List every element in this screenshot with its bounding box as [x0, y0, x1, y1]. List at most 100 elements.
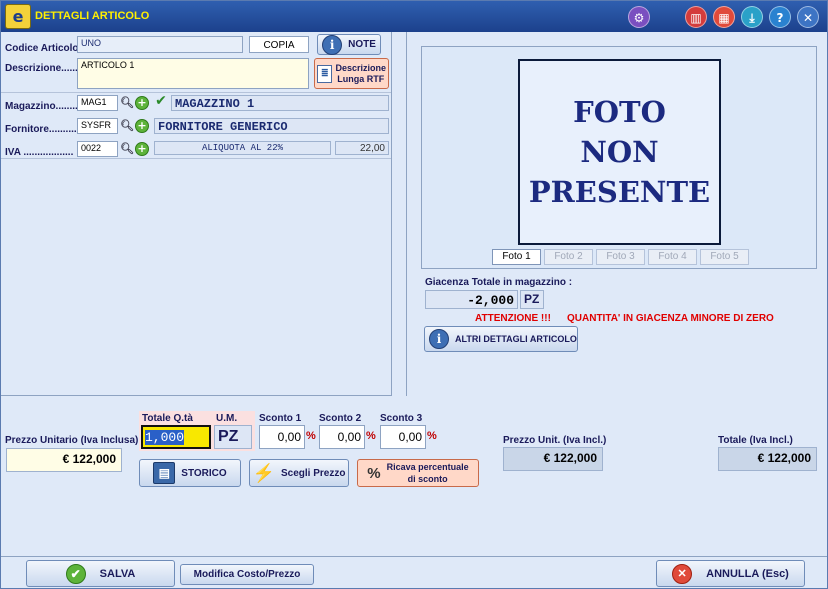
article-code-label: Codice Articolo [5, 43, 79, 54]
quantity-input[interactable]: 1,000 [141, 425, 211, 449]
calc-discount-text: Ricava percentuale di sconto [387, 461, 469, 485]
stock-warning-message: QUANTITA' IN GIACENZA MINORE DI ZERO [567, 313, 774, 324]
tab-photo-3[interactable]: Foto 3 [596, 249, 645, 265]
save-button[interactable]: ✔ SALVA [26, 560, 175, 587]
calculator-icon[interactable]: ▦ [713, 6, 735, 28]
photo-panel: FOTO NON PRESENTE Foto 1 Foto 2 Foto 3 F… [421, 46, 817, 269]
info-icon: i [429, 329, 449, 349]
search-icon[interactable]: 🔍︎ [120, 142, 134, 156]
discount3-label: Sconto 3 [380, 413, 423, 424]
settings-icon[interactable]: ⚙ [628, 6, 650, 28]
photo-text-line2: NON [580, 135, 659, 169]
article-details-window: e DETTAGLI ARTICOLO ⚙ ▥ ▦ ⤓ ? ✕ Codice A… [0, 0, 828, 589]
search-icon[interactable]: 🔍︎ [120, 96, 134, 110]
choose-price-label: Scegli Prezzo [280, 467, 346, 479]
quantity-value: 1,000 [145, 430, 185, 445]
document-icon: ≣ [317, 64, 333, 83]
note-button-label: NOTE [348, 39, 376, 50]
close-icon[interactable]: ✕ [797, 6, 819, 28]
note-button[interactable]: i NOTE [317, 34, 381, 55]
library-icon[interactable]: ▥ [685, 6, 707, 28]
discount2-label: Sconto 2 [319, 413, 362, 424]
app-logo-icon: e [5, 4, 31, 29]
cancel-icon: ✕ [672, 563, 693, 584]
unit-price-field[interactable]: € 122,000 [6, 448, 122, 472]
tab-photo-2[interactable]: Foto 2 [544, 249, 593, 265]
rtf-button-line1: Descrizione [335, 62, 386, 73]
rtf-description-button[interactable]: ≣ Descrizione Lunga RTF [314, 58, 389, 89]
total-label: Totale (Iva Incl.) [718, 435, 793, 446]
other-details-button[interactable]: i ALTRI DETTAGLI ARTICOLO [424, 326, 578, 352]
rtf-button-line2: Lunga RTF [337, 73, 385, 84]
add-icon[interactable]: + [135, 142, 149, 156]
tab-photo-4[interactable]: Foto 4 [648, 249, 697, 265]
cancel-button[interactable]: ✕ ANNULLA (Esc) [656, 560, 805, 587]
calc-discount-button[interactable]: % Ricava percentuale di sconto [357, 459, 479, 487]
history-icon: ▤ [153, 462, 176, 484]
unit-price-label: Prezzo Unitario (Iva Inclusa) [5, 435, 139, 446]
percent-sign: % [306, 430, 316, 442]
add-icon[interactable]: + [135, 119, 149, 133]
photo-placeholder: FOTO NON PRESENTE [518, 59, 721, 245]
calc-discount-line2: di sconto [407, 474, 448, 484]
tab-photo-5[interactable]: Foto 5 [700, 249, 749, 265]
photo-text-line3: PRESENTE [528, 175, 711, 209]
stock-unit: PZ [520, 290, 544, 309]
photo-text-line1: FOTO [573, 95, 666, 129]
divider [1, 158, 391, 159]
help-icon[interactable]: ? [769, 6, 791, 28]
stock-value: -2,000 [425, 290, 518, 309]
article-code-field[interactable]: UNO [77, 36, 243, 53]
total-value: € 122,000 [718, 447, 817, 471]
um-label: U.M. [216, 413, 238, 424]
lightning-icon: ⚡ [252, 462, 275, 483]
discount1-input[interactable]: 0,00 [259, 425, 305, 449]
net-unit-price-value: € 122,000 [503, 447, 603, 471]
discount2-input[interactable]: 0,00 [319, 425, 365, 449]
cancel-button-label: ANNULLA (Esc) [706, 567, 789, 580]
vat-code-field[interactable]: 0022 [77, 141, 118, 157]
vat-description: ALIQUOTA AL 22% [154, 141, 331, 155]
history-button-label: STORICO [181, 467, 227, 479]
footer-border [1, 556, 827, 557]
warehouse-label: Magazzino......... [5, 101, 81, 112]
percent-sign: % [366, 430, 376, 442]
divider [1, 92, 391, 93]
right-panel-border [406, 32, 407, 396]
check-circle-icon: ✔ [65, 563, 86, 584]
supplier-code-field[interactable]: SYSFR [77, 118, 118, 134]
stock-label: Giacenza Totale in magazzino : [425, 277, 573, 288]
left-panel-border [391, 32, 392, 396]
other-details-label: ALTRI DETTAGLI ARTICOLO [455, 334, 577, 344]
supplier-name: FORNITORE GENERICO [154, 118, 389, 134]
discount3-input[interactable]: 0,00 [380, 425, 426, 449]
download-icon[interactable]: ⤓ [741, 6, 763, 28]
net-unit-price-label: Prezzo Unit. (Iva Incl.) [503, 435, 607, 446]
description-field[interactable]: ARTICOLO 1 [77, 58, 309, 89]
quantity-label: Totale Q.tà [142, 413, 193, 424]
left-panel-bottom-border [1, 395, 391, 396]
vat-label: IVA .................. [5, 147, 74, 158]
rtf-button-text: Descrizione Lunga RTF [335, 63, 386, 85]
window-title: DETTAGLI ARTICOLO [35, 10, 150, 22]
save-button-label: SALVA [99, 567, 136, 580]
vat-rate: 22,00 [335, 141, 389, 155]
stock-warning-title: ATTENZIONE !!! [475, 313, 551, 324]
title-bar: e DETTAGLI ARTICOLO ⚙ ▥ ▦ ⤓ ? ✕ [1, 1, 827, 32]
history-button[interactable]: ▤ STORICO [139, 459, 241, 487]
search-icon[interactable]: 🔍︎ [120, 119, 134, 133]
info-icon: i [322, 34, 343, 55]
warehouse-name: MAGAZZINO 1 [171, 95, 389, 111]
discount1-label: Sconto 1 [259, 413, 302, 424]
tab-photo-1[interactable]: Foto 1 [492, 249, 541, 265]
warehouse-code-field[interactable]: MAG1 [77, 95, 118, 111]
percent-icon: % [367, 464, 381, 482]
calc-discount-line1: Ricava percentuale [386, 462, 469, 472]
check-icon: ✔ [155, 93, 167, 109]
choose-price-button[interactable]: ⚡ Scegli Prezzo [249, 459, 349, 487]
um-value: PZ [214, 425, 252, 449]
edit-cost-price-button[interactable]: Modifica Costo/Prezzo [180, 564, 314, 585]
add-icon[interactable]: + [135, 96, 149, 110]
supplier-label: Fornitore.......... [5, 124, 77, 135]
copy-button[interactable]: COPIA [249, 36, 309, 53]
